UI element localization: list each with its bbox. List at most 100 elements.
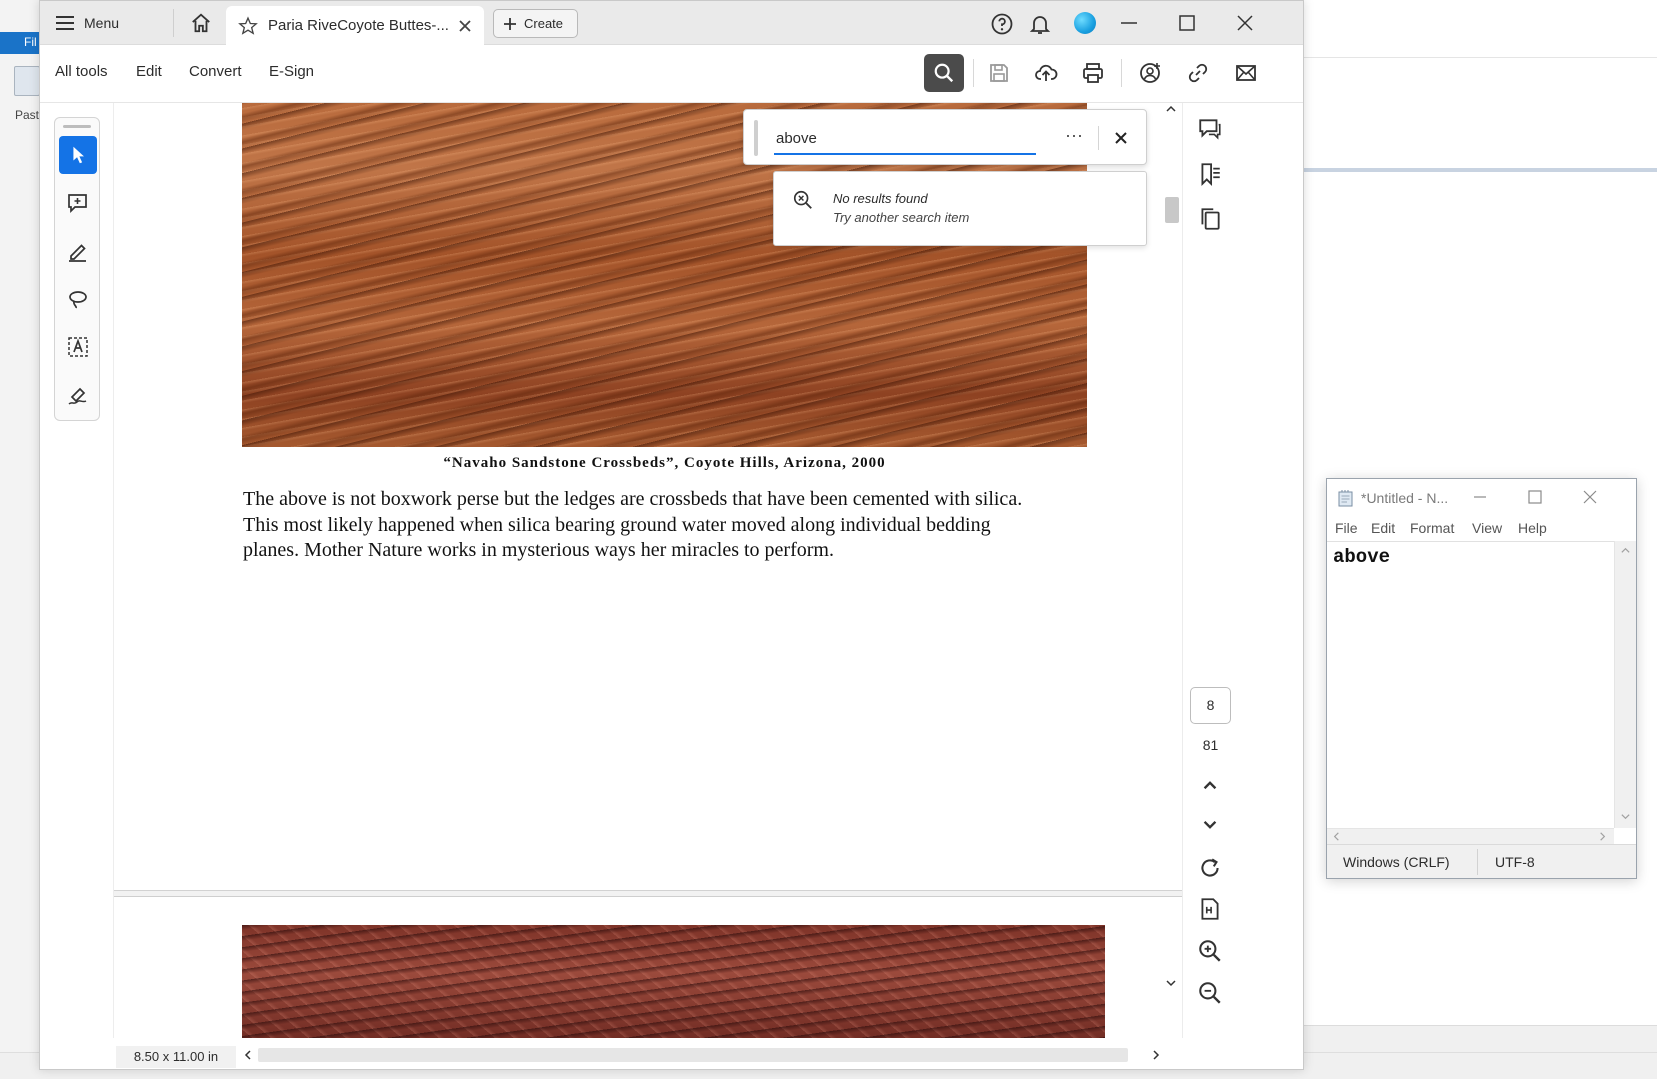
scroll-left-icon[interactable] bbox=[242, 1049, 254, 1061]
toolbar-divider bbox=[973, 59, 974, 87]
notepad-minimize-icon[interactable] bbox=[1470, 487, 1490, 507]
next-page-icon[interactable] bbox=[1197, 811, 1223, 837]
fit-page-icon[interactable] bbox=[1197, 896, 1223, 922]
comments-icon[interactable] bbox=[1197, 116, 1223, 142]
comment-add-icon bbox=[68, 194, 87, 214]
scroll-thumb[interactable] bbox=[1165, 197, 1179, 223]
scroll-up-icon[interactable] bbox=[1165, 103, 1177, 115]
notepad-menu-format[interactable]: Format bbox=[1410, 520, 1454, 536]
main-toolbar: All tools Edit Convert E-Sign bbox=[40, 45, 1303, 103]
titlebar-divider bbox=[173, 9, 174, 37]
more-options-button[interactable]: ··· bbox=[1062, 126, 1086, 149]
notepad-icon bbox=[1338, 490, 1353, 507]
drag-handle[interactable] bbox=[63, 125, 91, 128]
notepad-vertical-scrollbar[interactable] bbox=[1614, 541, 1636, 828]
background-left-strip bbox=[0, 0, 40, 1079]
vertical-scrollbar[interactable] bbox=[1162, 103, 1180, 993]
mail-icon[interactable] bbox=[1234, 61, 1258, 85]
notepad-menu-file[interactable]: File bbox=[1335, 520, 1358, 536]
hamburger-icon bbox=[56, 16, 74, 30]
save-icon[interactable] bbox=[987, 61, 1011, 85]
document-tab[interactable]: Paria RiveCoyote Buttes-... bbox=[226, 6, 484, 45]
text-box-tool[interactable] bbox=[59, 328, 97, 366]
notepad-scroll-down-icon[interactable] bbox=[1620, 811, 1631, 822]
rotate-icon[interactable] bbox=[1197, 855, 1223, 881]
sign-tool[interactable] bbox=[59, 376, 97, 414]
notepad-scroll-up-icon[interactable] bbox=[1620, 545, 1631, 556]
body-paragraph: The above is not boxwork perse but the l… bbox=[243, 487, 1103, 564]
create-button[interactable]: Create bbox=[493, 9, 578, 38]
lasso-icon bbox=[69, 291, 87, 309]
body-line: planes. Mother Nature works in mysteriou… bbox=[243, 539, 834, 561]
home-icon[interactable] bbox=[190, 12, 212, 34]
total-pages: 81 bbox=[1202, 737, 1219, 753]
zoom-out-icon[interactable] bbox=[1197, 980, 1223, 1006]
menu-edit[interactable]: Edit bbox=[136, 63, 162, 80]
notepad-status-bar: Windows (CRLF) UTF-8 bbox=[1327, 844, 1636, 878]
zoom-in-icon[interactable] bbox=[1197, 938, 1223, 964]
bookmarks-icon[interactable] bbox=[1197, 161, 1223, 187]
select-tool[interactable] bbox=[59, 136, 97, 174]
photo-caption: “Navaho Sandstone Crossbeds”, Coyote Hil… bbox=[443, 455, 886, 471]
share-user-icon[interactable] bbox=[1138, 61, 1162, 85]
body-line: The above is not boxwork perse but the l… bbox=[243, 488, 1023, 510]
find-divider bbox=[1098, 126, 1099, 150]
star-icon[interactable] bbox=[238, 15, 258, 36]
signature-pen-icon bbox=[68, 387, 87, 405]
menu-e-sign[interactable]: E-Sign bbox=[269, 63, 314, 80]
notepad-menu-edit[interactable]: Edit bbox=[1371, 520, 1395, 536]
menu-button[interactable]: Menu bbox=[52, 9, 170, 37]
page-separator bbox=[114, 891, 1234, 897]
acrobat-window: Menu Paria RiveCoyote Buttes-... Create … bbox=[39, 0, 1304, 1070]
link-icon[interactable] bbox=[1186, 61, 1210, 85]
no-results-hint: Try another search item bbox=[833, 210, 970, 225]
title-bar: Menu Paria RiveCoyote Buttes-... Create bbox=[40, 1, 1303, 45]
close-tab-icon[interactable] bbox=[458, 19, 472, 33]
draw-tool[interactable] bbox=[59, 280, 97, 318]
cloud-upload-icon[interactable] bbox=[1034, 61, 1058, 85]
cursor-icon bbox=[73, 146, 84, 164]
search-icon bbox=[934, 63, 954, 83]
horizontal-scrollbar[interactable] bbox=[240, 1046, 1168, 1064]
scroll-down-icon[interactable] bbox=[1165, 977, 1177, 989]
current-page-input[interactable]: 8 bbox=[1190, 687, 1231, 724]
notepad-close-icon[interactable] bbox=[1580, 487, 1600, 507]
help-icon[interactable] bbox=[990, 12, 1014, 36]
search-button[interactable] bbox=[924, 54, 964, 92]
close-find-icon[interactable] bbox=[1110, 127, 1132, 149]
menu-convert[interactable]: Convert bbox=[189, 63, 242, 80]
minimize-icon[interactable] bbox=[1117, 11, 1141, 35]
highlight-tool[interactable] bbox=[59, 232, 97, 270]
maximize-icon[interactable] bbox=[1175, 11, 1199, 35]
no-results-text: No results found bbox=[833, 191, 928, 206]
create-label: Create bbox=[524, 16, 564, 31]
find-input[interactable] bbox=[774, 124, 1036, 155]
notepad-menu-help[interactable]: Help bbox=[1518, 520, 1547, 536]
pages-icon[interactable] bbox=[1197, 206, 1223, 232]
next-page-photo bbox=[242, 925, 1105, 1038]
paste-icon[interactable] bbox=[14, 66, 40, 96]
notepad-maximize-icon[interactable] bbox=[1525, 487, 1545, 507]
no-results-icon bbox=[793, 190, 812, 209]
notepad-horizontal-scrollbar[interactable] bbox=[1327, 828, 1614, 844]
background-file-tab[interactable]: Fil bbox=[0, 32, 40, 54]
scroll-right-icon[interactable] bbox=[1150, 1049, 1162, 1061]
previous-page-icon[interactable] bbox=[1197, 772, 1223, 798]
print-icon[interactable] bbox=[1081, 61, 1105, 85]
horizontal-scroll-thumb[interactable] bbox=[258, 1048, 1128, 1062]
status-bar: 8.50 x 11.00 in bbox=[114, 1038, 1234, 1069]
notepad-text-area[interactable]: above bbox=[1327, 541, 1614, 828]
close-window-icon[interactable] bbox=[1233, 11, 1257, 35]
notepad-scroll-left-icon[interactable] bbox=[1331, 831, 1342, 842]
page-size-label: 8.50 x 11.00 in bbox=[116, 1046, 236, 1068]
add-comment-tool[interactable] bbox=[59, 184, 97, 222]
notepad-menu-bar: File Edit Format View Help bbox=[1327, 518, 1636, 540]
menu-all-tools[interactable]: All tools bbox=[55, 63, 108, 80]
encoding-label: UTF-8 bbox=[1495, 854, 1535, 870]
avatar[interactable] bbox=[1074, 12, 1096, 34]
line-ending-label: Windows (CRLF) bbox=[1343, 854, 1450, 870]
bell-icon[interactable] bbox=[1028, 12, 1052, 36]
notepad-scroll-right-icon[interactable] bbox=[1597, 831, 1608, 842]
notepad-menu-view[interactable]: View bbox=[1472, 520, 1502, 536]
notepad-title: *Untitled - N... bbox=[1361, 490, 1449, 506]
